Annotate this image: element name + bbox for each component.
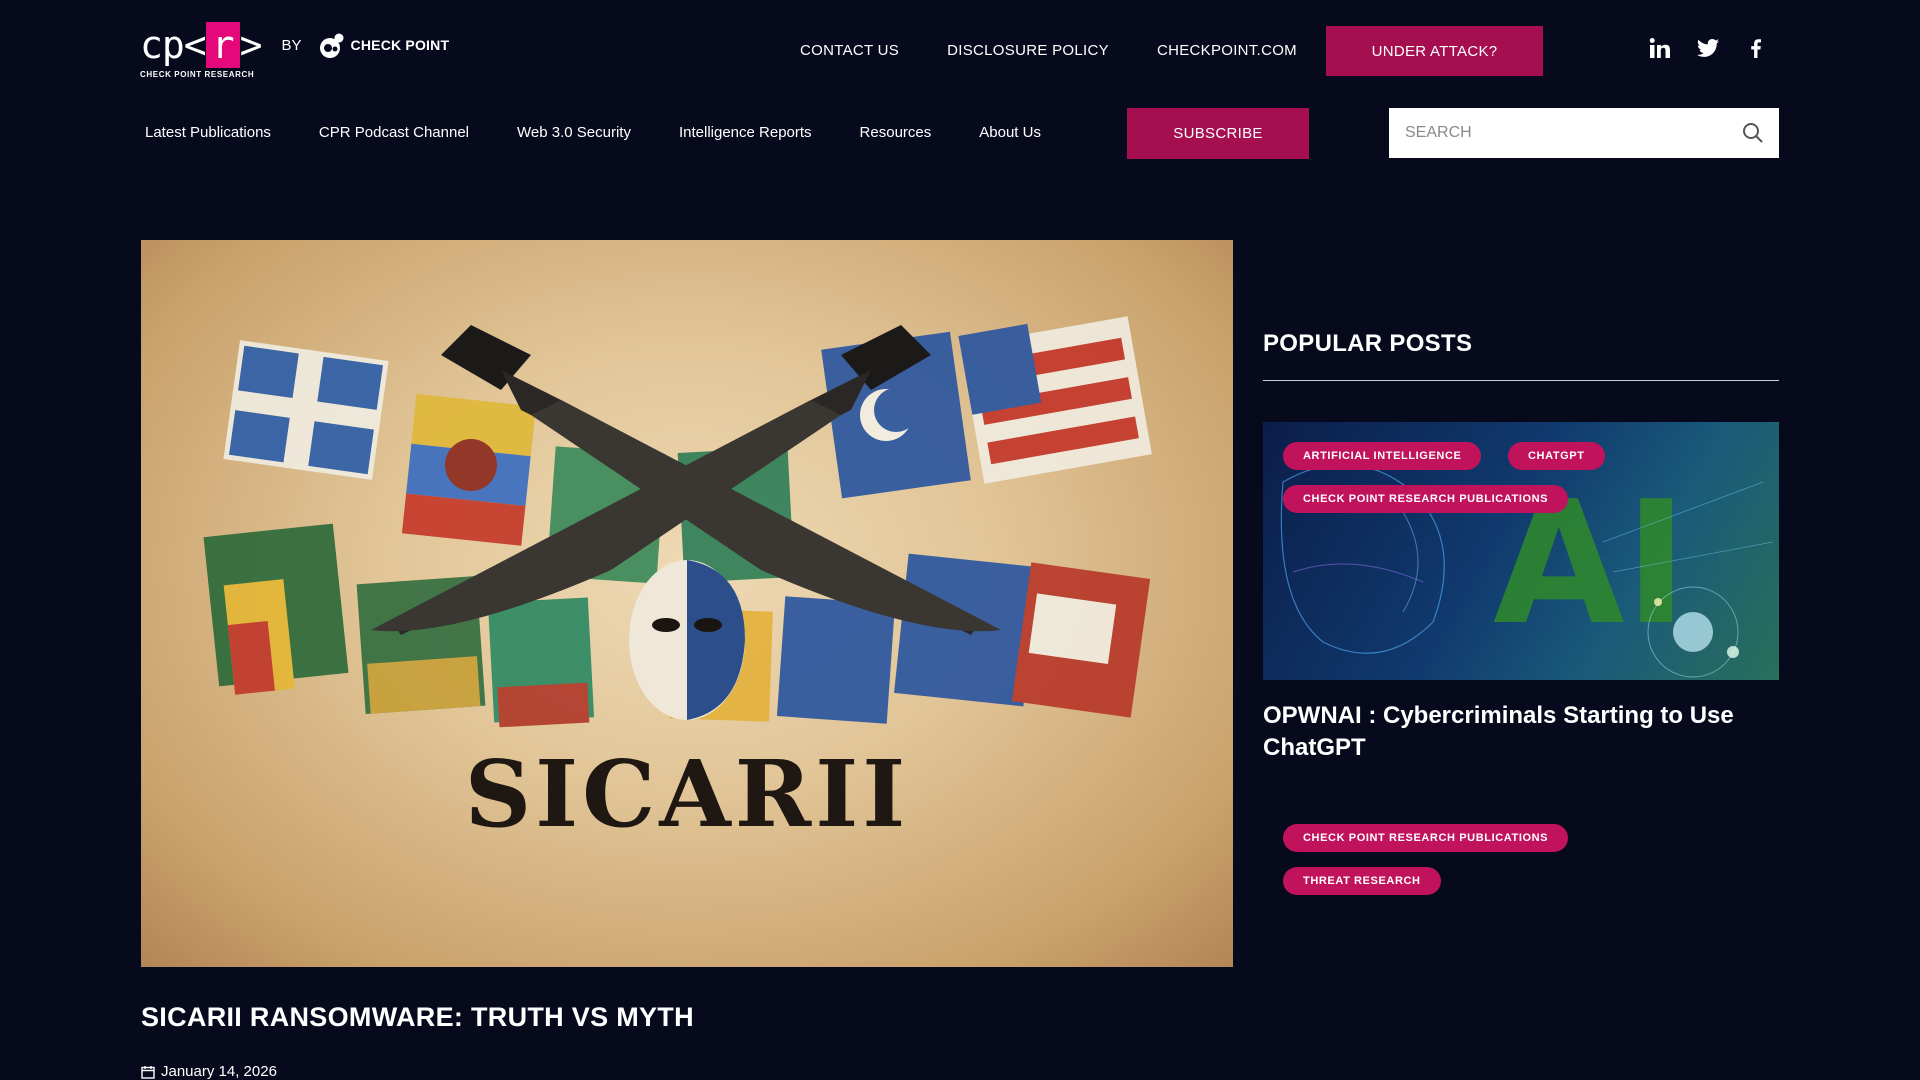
logo-text-r: r <box>205 22 240 68</box>
twitter-icon[interactable] <box>1696 36 1720 60</box>
linkedin-icon[interactable] <box>1648 36 1672 60</box>
facebook-icon[interactable] <box>1744 36 1768 60</box>
search-box <box>1389 108 1779 158</box>
post-date-text: January 14, 2026 <box>161 1063 277 1080</box>
subscribe-button[interactable]: SUBSCRIBE <box>1127 108 1309 159</box>
cpr-logo-letters: cp< r > <box>140 22 263 68</box>
calendar-icon <box>141 1065 155 1079</box>
tag-threat-research[interactable]: THREAT RESEARCH <box>1283 867 1441 895</box>
tag-chatgpt[interactable]: CHATGPT <box>1508 442 1605 470</box>
logo-by: BY <box>281 37 302 54</box>
checkpoint-logo-icon <box>319 33 344 58</box>
hero-word: SICARII <box>464 740 910 848</box>
hero-illustration <box>203 316 1152 728</box>
mask <box>629 560 745 720</box>
nav-web3-security[interactable]: Web 3.0 Security <box>517 124 631 141</box>
main-nav: Latest Publications CPR Podcast Channel … <box>145 124 1041 141</box>
tag-check-point-research-publications[interactable]: CHECK POINT RESEARCH PUBLICATIONS <box>1283 485 1569 513</box>
popular-post-title[interactable]: OPWNAI : Cybercriminals Starting to Use … <box>1263 700 1779 764</box>
logo-text-left: cp< <box>140 23 207 67</box>
cpr-logo-mark: cp< r > CHECK POINT RESEARCH <box>140 22 263 79</box>
logo-text-right: > <box>239 23 263 67</box>
tag-artificial-intelligence[interactable]: ARTIFICIAL INTELLIGENCE <box>1283 442 1482 470</box>
cpr-logo[interactable]: cp< r > CHECK POINT RESEARCH BY CHECK PO… <box>140 22 449 79</box>
popular-posts-divider <box>1263 380 1779 381</box>
checkpoint-com-link[interactable]: CHECKPOINT.COM <box>1157 42 1297 59</box>
nav-cpr-podcast-channel[interactable]: CPR Podcast Channel <box>319 124 469 141</box>
search-icon[interactable] <box>1741 121 1765 145</box>
contact-us-link[interactable]: CONTACT US <box>800 42 899 59</box>
hero-image[interactable]: SICARII <box>141 240 1233 967</box>
nav-intelligence-reports[interactable]: Intelligence Reports <box>679 124 812 141</box>
nav-about-us[interactable]: About Us <box>979 124 1041 141</box>
top-links: CONTACT US DISCLOSURE POLICY CHECKPOINT.… <box>800 42 1297 59</box>
checkpoint-brand: CHECK POINT <box>318 30 450 60</box>
disclosure-policy-link[interactable]: DISCLOSURE POLICY <box>947 42 1109 59</box>
logo-subtitle: CHECK POINT RESEARCH <box>140 70 255 79</box>
popular-posts-heading: POPULAR POSTS <box>1263 330 1473 357</box>
nav-resources[interactable]: Resources <box>860 124 932 141</box>
checkpoint-brand-name: CHECK POINT <box>350 37 450 53</box>
under-attack-button[interactable]: UNDER ATTACK? <box>1326 26 1543 76</box>
social-links <box>1648 36 1768 60</box>
search-input[interactable] <box>1389 108 1741 158</box>
post-date: January 14, 2026 <box>141 1063 277 1080</box>
tag-check-point-research-publications-2[interactable]: CHECK POINT RESEARCH PUBLICATIONS <box>1283 824 1569 852</box>
post-title[interactable]: SICARII RANSOMWARE: TRUTH VS MYTH <box>141 1002 694 1033</box>
nav-latest-publications[interactable]: Latest Publications <box>145 124 271 141</box>
